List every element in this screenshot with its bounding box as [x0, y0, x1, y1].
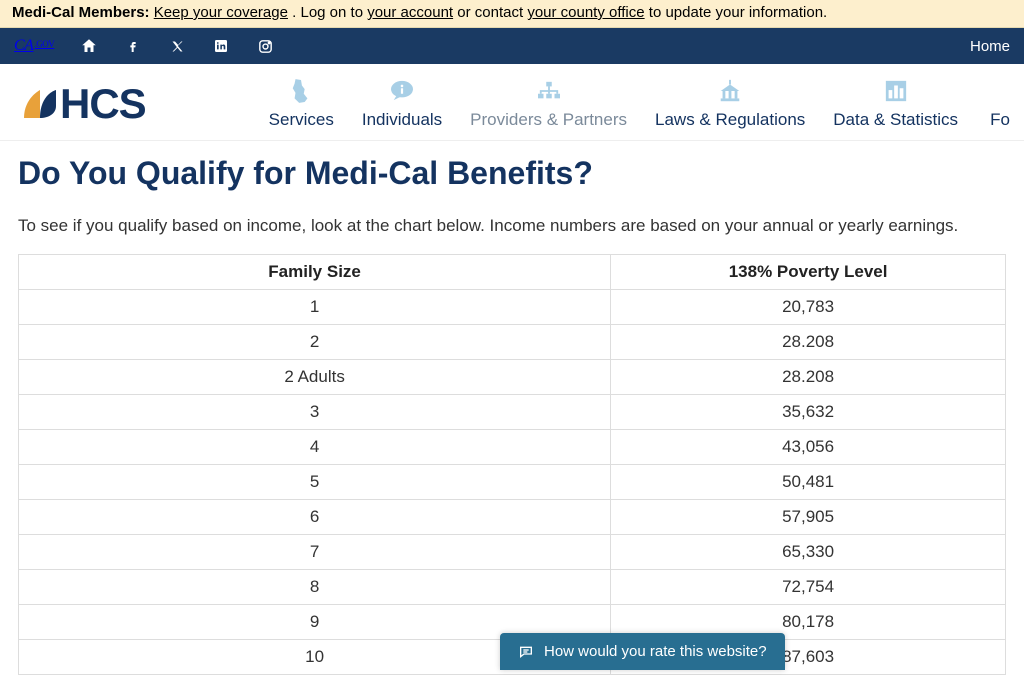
alert-link-keep-coverage[interactable]: Keep your coverage [154, 4, 288, 21]
linkedin-icon[interactable] [212, 37, 230, 55]
cagov-text: CA [14, 37, 33, 55]
nav-providers[interactable]: Providers & Partners [470, 78, 627, 130]
alert-text: or contact [457, 4, 527, 21]
table-row: 2 Adults28.208 [19, 360, 1006, 395]
cell-family-size: 6 [19, 500, 611, 535]
cell-poverty-level: 28.208 [611, 360, 1006, 395]
nav-icon-placeholder [986, 78, 1014, 104]
cell-poverty-level: 72,754 [611, 570, 1006, 605]
nav-forms[interactable]: Fo [986, 78, 1014, 130]
table-row: 335,632 [19, 395, 1006, 430]
table-header-row: Family Size 138% Poverty Level [19, 255, 1006, 290]
cell-poverty-level: 35,632 [611, 395, 1006, 430]
cell-family-size: 4 [19, 430, 611, 465]
cagov-sub: .GOV [34, 39, 54, 49]
alert-link-county-office[interactable]: your county office [527, 4, 644, 21]
logo-icon [18, 84, 58, 124]
california-icon [287, 78, 315, 104]
cell-family-size: 1 [19, 290, 611, 325]
utility-nav: CA.GOV Home [0, 28, 1024, 64]
cagov-link[interactable]: CA.GOV [14, 37, 54, 55]
main-header: HCS Services Individuals Providers & Par… [0, 64, 1024, 141]
chat-icon [518, 644, 534, 660]
nav-individuals[interactable]: Individuals [362, 78, 442, 130]
cell-family-size: 8 [19, 570, 611, 605]
col-poverty-level: 138% Poverty Level [611, 255, 1006, 290]
nav-label: Fo [990, 110, 1010, 130]
qualify-table: Family Size 138% Poverty Level 120,78322… [18, 254, 1006, 675]
nav-label: Services [269, 110, 334, 130]
alert-text: to update your information. [649, 4, 827, 21]
cell-poverty-level: 50,481 [611, 465, 1006, 500]
table-row: 120,783 [19, 290, 1006, 325]
nav-home-link[interactable]: Home [970, 38, 1010, 55]
alert-prefix: Medi-Cal Members: [12, 4, 150, 21]
nav-label: Laws & Regulations [655, 110, 805, 130]
home-icon[interactable] [80, 37, 98, 55]
cell-family-size: 3 [19, 395, 611, 430]
feedback-tab[interactable]: How would you rate this website? [500, 633, 785, 670]
table-row: 228.208 [19, 325, 1006, 360]
table-row: 550,481 [19, 465, 1006, 500]
nav-services[interactable]: Services [269, 78, 334, 130]
cell-poverty-level: 28.208 [611, 325, 1006, 360]
logo-text: HCS [60, 80, 146, 128]
facebook-icon[interactable] [124, 37, 142, 55]
alert-link-your-account[interactable]: your account [367, 4, 453, 21]
cell-family-size: 7 [19, 535, 611, 570]
intro-text: To see if you qualify based on income, l… [18, 216, 1006, 236]
info-bubble-icon [388, 78, 416, 104]
nav-label: Providers & Partners [470, 110, 627, 130]
table-row: 657,905 [19, 500, 1006, 535]
col-family-size: Family Size [19, 255, 611, 290]
nav-data[interactable]: Data & Statistics [833, 78, 958, 130]
main-nav: Services Individuals Providers & Partner… [269, 78, 1014, 130]
alert-text: . Log on to [292, 4, 367, 21]
table-row: 872,754 [19, 570, 1006, 605]
x-twitter-icon[interactable] [168, 37, 186, 55]
cell-poverty-level: 43,056 [611, 430, 1006, 465]
cell-family-size: 5 [19, 465, 611, 500]
org-chart-icon [535, 78, 563, 104]
capitol-icon [716, 78, 744, 104]
cell-poverty-level: 57,905 [611, 500, 1006, 535]
feedback-text: How would you rate this website? [544, 643, 767, 660]
cell-family-size: 2 Adults [19, 360, 611, 395]
cell-family-size: 2 [19, 325, 611, 360]
instagram-icon[interactable] [256, 37, 274, 55]
bar-chart-icon [882, 78, 910, 104]
nav-label: Individuals [362, 110, 442, 130]
nav-label: Data & Statistics [833, 110, 958, 130]
logo-link[interactable]: HCS [18, 80, 146, 128]
table-row: 443,056 [19, 430, 1006, 465]
nav-laws[interactable]: Laws & Regulations [655, 78, 805, 130]
page-title: Do You Qualify for Medi-Cal Benefits? [18, 155, 1006, 192]
cell-poverty-level: 65,330 [611, 535, 1006, 570]
cell-poverty-level: 20,783 [611, 290, 1006, 325]
page-content: Do You Qualify for Medi-Cal Benefits? To… [0, 141, 1024, 675]
alert-bar: Medi-Cal Members: Keep your coverage . L… [0, 0, 1024, 28]
table-row: 765,330 [19, 535, 1006, 570]
